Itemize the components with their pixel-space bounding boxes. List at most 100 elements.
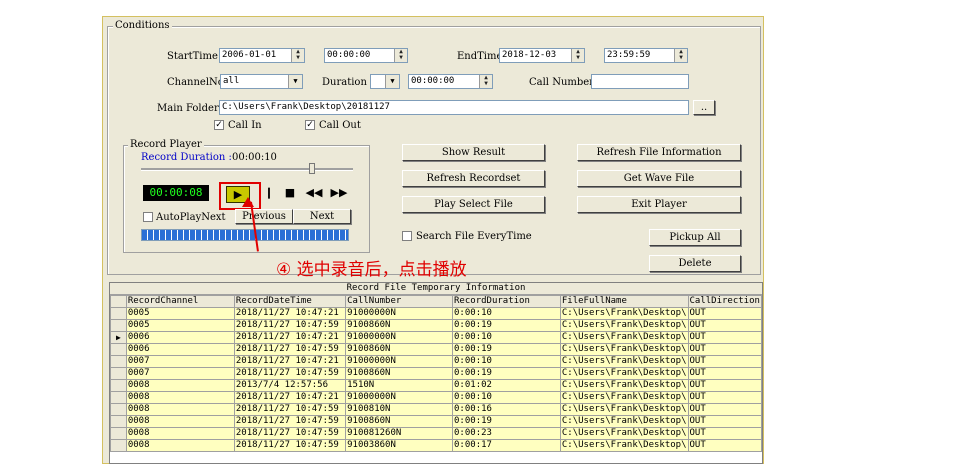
exit-player-button[interactable]: Exit Player <box>577 196 741 213</box>
table-cell: 2018/11/27 10:47:59 <box>233 427 347 440</box>
row-indicator[interactable] <box>110 355 127 368</box>
table-cell: 0:00:10 <box>452 355 561 368</box>
show-result-button[interactable]: Show Result <box>402 144 545 161</box>
get-wave-file-button[interactable]: Get Wave File <box>577 170 741 187</box>
refresh-file-info-button[interactable]: Refresh File Information <box>577 144 741 161</box>
start-date-picker[interactable]: 2006-01-01 ▲ ▼ <box>219 48 305 63</box>
start-date-spin-icon[interactable]: ▲ ▼ <box>291 49 304 62</box>
call-number-input[interactable] <box>591 74 689 89</box>
table-cell: C:\Users\Frank\Desktop\ <box>559 355 689 368</box>
row-indicator-header <box>110 295 127 308</box>
row-indicator[interactable] <box>110 307 127 320</box>
table-row[interactable]: 0007 2018/11/27 10:47:21 91000000N 0:00:10 C… <box>110 355 762 368</box>
row-indicator[interactable] <box>110 391 127 404</box>
start-time-spin-icon[interactable]: ▲ ▼ <box>394 49 407 62</box>
table-row[interactable]: 0008 2018/11/27 10:47:59 91003860N 0:00:17 C… <box>110 439 762 452</box>
record-table-container[interactable]: Record File Temporary Information Record… <box>109 282 763 464</box>
stop-button[interactable]: ■ <box>281 185 299 201</box>
chevron-down-icon[interactable]: ▼ <box>288 75 302 88</box>
column-header[interactable]: RecordChannel <box>125 295 235 308</box>
table-row[interactable]: 0008 2018/11/27 10:47:59 910081260N 0:00:23… <box>110 427 762 440</box>
play-select-file-button[interactable]: Play Select File <box>402 196 545 213</box>
call-out-checkbox[interactable]: ✓ <box>305 120 315 130</box>
row-indicator[interactable] <box>110 439 127 452</box>
end-date-picker[interactable]: 2018-12-03 ▲ ▼ <box>499 48 585 63</box>
table-cell: C:\Users\Frank\Desktop\ <box>559 367 689 380</box>
call-in-checkbox[interactable]: ✓ <box>214 120 224 130</box>
table-cell: 0008 <box>125 427 235 440</box>
column-header[interactable]: RecordDateTime <box>233 295 347 308</box>
pickup-all-button[interactable]: Pickup All <box>649 229 741 246</box>
end-time-label: EndTime <box>457 51 503 62</box>
row-indicator[interactable] <box>110 415 127 428</box>
table-cell: 9100860N <box>345 367 454 380</box>
seek-track[interactable] <box>141 168 353 171</box>
table-cell: C:\Users\Frank\Desktop\ <box>559 427 689 440</box>
duration-operator-select[interactable]: ▼ <box>370 74 400 89</box>
call-out-label: Call Out <box>319 120 361 131</box>
seek-thumb[interactable] <box>309 163 315 174</box>
rewind-button[interactable]: ◀◀ <box>305 185 323 201</box>
row-pointer-icon[interactable]: ▶ <box>110 331 127 344</box>
table-cell: 2018/11/27 10:47:59 <box>233 403 347 416</box>
duration-picker[interactable]: 00:00:00 ▲ ▼ <box>408 74 493 89</box>
table-cell: 0008 <box>125 403 235 416</box>
start-date-value: 2006-01-01 <box>222 50 277 60</box>
table-row[interactable]: 0005 2018/11/27 10:47:21 91000000N 0:00:10 C… <box>110 307 762 320</box>
pause-icon: ❙ <box>264 186 274 199</box>
autoplay-label: AutoPlayNext <box>156 212 226 223</box>
row-indicator[interactable] <box>110 379 127 392</box>
chevron-down-icon[interactable]: ▼ <box>385 75 399 88</box>
table-cell: 2018/11/27 10:47:59 <box>233 439 347 452</box>
search-every-time-checkbox[interactable] <box>402 231 412 241</box>
table-cell: 0008 <box>125 415 235 428</box>
row-indicator[interactable] <box>110 403 127 416</box>
duration-spin-icon[interactable]: ▲ ▼ <box>479 75 492 88</box>
next-button[interactable]: Next <box>293 209 351 224</box>
record-table[interactable]: RecordChannel RecordDateTime CallNumber Rec… <box>110 295 762 452</box>
previous-button[interactable]: Previous <box>235 209 293 224</box>
end-time-spin-icon[interactable]: ▲ ▼ <box>674 49 687 62</box>
table-cell: OUT <box>687 355 762 368</box>
column-header[interactable]: CallDirection <box>687 295 762 308</box>
table-cell: 0005 <box>125 319 235 332</box>
delete-button[interactable]: Delete <box>649 255 741 272</box>
refresh-recordset-button[interactable]: Refresh Recordset <box>402 170 545 187</box>
table-cell: 0007 <box>125 355 235 368</box>
main-folder-input[interactable]: C:\Users\Frank\Desktop\20181127 <box>219 100 689 115</box>
browse-button[interactable]: .. <box>693 100 715 115</box>
table-cell: 2018/11/27 10:47:21 <box>233 355 347 368</box>
table-row[interactable]: 0006 2018/11/27 10:47:59 9100860N 0:00:19 C:… <box>110 343 762 356</box>
fast-forward-button[interactable]: ▶▶ <box>330 185 348 201</box>
pause-button[interactable]: ❙ <box>260 185 278 201</box>
autoplay-checkbox[interactable] <box>143 212 153 222</box>
table-row[interactable]: 0007 2018/11/27 10:47:59 9100860N 0:00:19 C:… <box>110 367 762 380</box>
table-row[interactable]: ▶ 0006 2018/11/27 10:47:21 91000000N 0:00:10… <box>110 331 762 344</box>
table-row[interactable]: 0005 2018/11/27 10:47:59 9100860N 0:00:19 C:… <box>110 319 762 332</box>
row-indicator[interactable] <box>110 427 127 440</box>
table-cell: 91000000N <box>345 307 454 320</box>
table-row[interactable]: 0008 2018/11/27 10:47:59 9100860N 0:00:19 C:… <box>110 415 762 428</box>
table-row[interactable]: 0008 2013/7/4 12:57:56 1510N 0:01:02 C:\User… <box>110 379 762 392</box>
row-indicator[interactable] <box>110 367 127 380</box>
start-time-picker[interactable]: 00:00:00 ▲ ▼ <box>324 48 408 63</box>
row-indicator[interactable] <box>110 319 127 332</box>
table-cell: 0005 <box>125 307 235 320</box>
column-header[interactable]: CallNumber <box>345 295 454 308</box>
end-date-spin-icon[interactable]: ▲ ▼ <box>571 49 584 62</box>
column-header[interactable]: RecordDuration <box>452 295 561 308</box>
table-row[interactable]: 0008 2018/11/27 10:47:21 91000000N 0:00:10 C… <box>110 391 762 404</box>
table-cell: 0:00:10 <box>452 307 561 320</box>
column-header[interactable]: FileFullName <box>559 295 689 308</box>
record-player-window: Conditions StartTime 2006-01-01 ▲ ▼ 00:00… <box>102 16 764 464</box>
table-row[interactable]: 0008 2018/11/27 10:47:59 9100810N 0:00:16 C:… <box>110 403 762 416</box>
table-title: Record File Temporary Information <box>110 283 762 295</box>
table-cell: 0007 <box>125 367 235 380</box>
channel-select[interactable]: all ▼ <box>220 74 303 89</box>
end-time-picker[interactable]: 23:59:59 ▲ ▼ <box>604 48 688 63</box>
call-in-label: Call In <box>228 120 262 131</box>
table-cell: 0006 <box>125 343 235 356</box>
row-indicator[interactable] <box>110 343 127 356</box>
table-cell: 2018/11/27 10:47:59 <box>233 367 347 380</box>
table-cell: C:\Users\Frank\Desktop\ <box>559 403 689 416</box>
